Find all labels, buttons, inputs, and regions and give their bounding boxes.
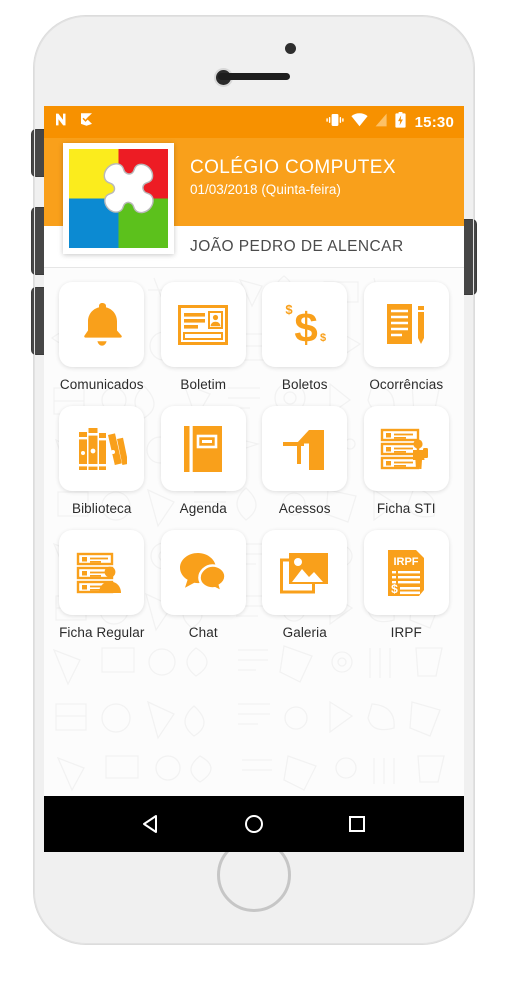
android-navigation-bar (44, 796, 464, 852)
tile-boletos[interactable]: $ $ $ Boletos (257, 282, 353, 392)
tile-label: Boletos (281, 377, 328, 392)
id-card-icon (178, 304, 229, 345)
tile-galeria[interactable]: Galeria (257, 530, 353, 640)
dollar-sign-icon: $ $ $ (285, 302, 326, 350)
tile-label: Biblioteca (71, 501, 132, 516)
status-clock: 15:30 (414, 113, 454, 131)
irpf-document-icon: IRPF $ (388, 549, 425, 596)
recents-button[interactable] (346, 813, 368, 835)
school-name: COLÉGIO COMPUTEX (190, 157, 396, 178)
screenshot-root: 15:30 COLÉGIO COMPUTEX 01/03/2018 (Quint… (0, 0, 508, 999)
svg-text:$: $ (391, 582, 398, 596)
vibrate-icon (326, 113, 344, 132)
tile-card[interactable]: IRPF $ (363, 530, 449, 615)
tile-card[interactable] (59, 282, 145, 367)
tile-card[interactable] (160, 406, 246, 491)
tile-label: Ficha STI (376, 501, 436, 516)
tile-label: Galeria (282, 625, 327, 640)
tile-acessos[interactable]: Acessos (257, 406, 353, 516)
tile-card[interactable] (160, 530, 246, 615)
tile-card[interactable] (363, 282, 449, 367)
tile-irpf[interactable]: IRPF $ IRPF (359, 530, 455, 640)
home-button[interactable] (243, 813, 265, 835)
photos-icon (279, 552, 328, 593)
tile-card[interactable]: $ $ $ (262, 282, 348, 367)
svg-text:$: $ (285, 302, 293, 317)
signal-off-icon (375, 113, 388, 132)
status-system-icons: 15:30 (326, 111, 454, 133)
tile-ficha-sti[interactable]: Ficha STI (359, 406, 455, 516)
tile-ocorrencias[interactable]: Ocorrências (359, 282, 455, 392)
svg-text:$: $ (320, 332, 326, 344)
tile-card[interactable] (363, 406, 449, 491)
proximity-sensor-icon (285, 43, 296, 54)
tile-label: IRPF (390, 625, 422, 640)
student-name: JOÃO PEDRO DE ALENCAR (190, 237, 404, 255)
square-recents-icon (348, 816, 365, 832)
tile-label: Ficha Regular (59, 625, 145, 640)
tile-label: Chat (188, 625, 218, 640)
tile-card[interactable] (59, 530, 145, 615)
tile-boletim[interactable]: Boletim (156, 282, 252, 392)
tile-ficha-regular[interactable]: Ficha Regular (54, 530, 150, 640)
bell-icon (83, 302, 122, 346)
tile-label: Acessos (278, 501, 331, 516)
tile-label: Agenda (179, 501, 227, 516)
chat-bubbles-icon (180, 552, 228, 594)
android-n-icon (54, 112, 70, 132)
tile-label: Comunicados (59, 377, 144, 392)
app-tile-grid: Comunicados Boletim $ $ $ Boletos Ocorrê… (44, 268, 464, 640)
puzzle-logo-icon (69, 149, 168, 248)
tile-agenda[interactable]: Agenda (156, 406, 252, 516)
app-content: Comunicados Boletim $ $ $ Boletos Ocorrê… (44, 268, 464, 806)
tile-card[interactable] (262, 406, 348, 491)
tile-card[interactable] (262, 530, 348, 615)
document-pencil-icon (387, 303, 425, 344)
svg-text:$: $ (294, 304, 317, 350)
wifi-icon (351, 112, 368, 132)
status-notification-area (54, 112, 94, 132)
turnstile-icon (282, 429, 324, 470)
tile-chat[interactable]: Chat (156, 530, 252, 640)
android-status-bar: 15:30 (44, 106, 464, 138)
header-date: 01/03/2018 (Quinta-feira) (190, 181, 341, 197)
triangle-back-icon (143, 815, 158, 833)
circle-home-icon (244, 815, 263, 833)
books-icon (78, 427, 127, 470)
checklist-student-icon (381, 428, 429, 469)
header-text-block: COLÉGIO COMPUTEX 01/03/2018 (Quinta-feir… (190, 157, 396, 197)
back-button[interactable] (140, 813, 162, 835)
phone-screen: 15:30 COLÉGIO COMPUTEX 01/03/2018 (Quint… (44, 106, 464, 852)
battery-charging-icon (395, 111, 406, 133)
tile-card[interactable] (59, 406, 145, 491)
tile-biblioteca[interactable]: Biblioteca (54, 406, 150, 516)
tile-card[interactable] (160, 282, 246, 367)
tile-label: Boletim (180, 377, 227, 392)
flag-check-icon (79, 112, 94, 132)
checklist-person-icon (76, 552, 121, 593)
earpiece-speaker (218, 73, 290, 80)
svg-text:IRPF: IRPF (394, 556, 419, 568)
tile-comunicados[interactable]: Comunicados (54, 282, 150, 392)
school-logo (63, 143, 174, 254)
tile-label: Ocorrências (369, 377, 444, 392)
notebook-icon (184, 425, 223, 472)
